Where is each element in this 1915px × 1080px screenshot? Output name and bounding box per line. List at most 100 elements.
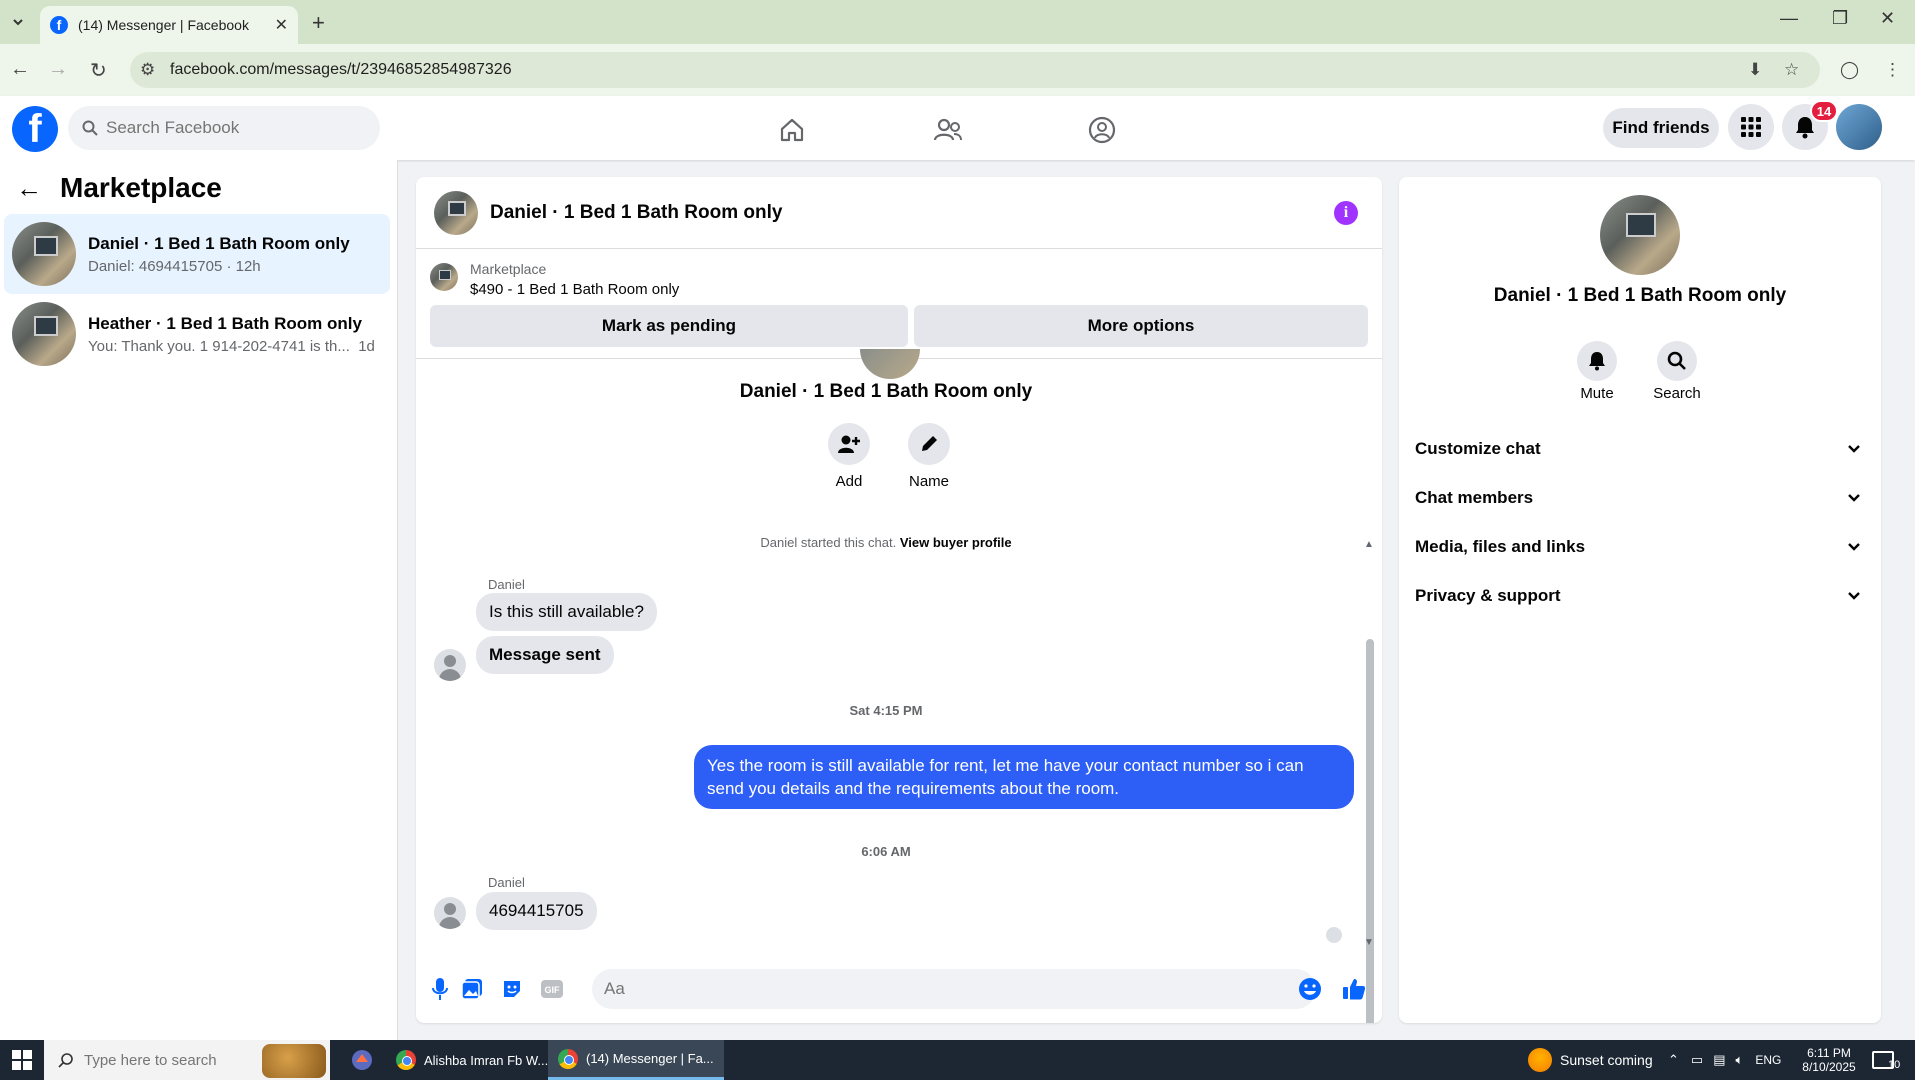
facebook-search[interactable] bbox=[68, 106, 380, 150]
mark-as-pending-button[interactable]: Mark as pending bbox=[430, 305, 908, 347]
clock-time: 6:11 PM bbox=[1807, 1046, 1851, 1060]
conversation-title: Heather · 1 Bed 1 Bath Room only bbox=[88, 313, 362, 333]
outgoing-message[interactable]: Yes the room is still available for rent… bbox=[694, 745, 1354, 809]
back-arrow-icon[interactable]: ← bbox=[16, 173, 42, 204]
add-person-icon bbox=[838, 435, 860, 453]
taskbar-app-icon[interactable] bbox=[340, 1040, 384, 1080]
sunset-icon bbox=[1528, 1048, 1552, 1072]
weather-text: Sunset coming bbox=[1560, 1052, 1653, 1068]
search-highlight-image[interactable] bbox=[262, 1044, 326, 1078]
network-icon[interactable]: ▤ bbox=[1713, 1052, 1725, 1068]
windows-start-icon[interactable] bbox=[12, 1050, 32, 1075]
more-options-button[interactable]: More options bbox=[914, 305, 1368, 347]
reload-button[interactable]: ↻ bbox=[90, 58, 107, 83]
friends-nav-icon[interactable] bbox=[928, 110, 968, 150]
home-nav-icon[interactable] bbox=[772, 110, 812, 150]
url-bar[interactable]: facebook.com/messages/t/2394685285498732… bbox=[130, 52, 1820, 88]
privacy-support-section[interactable]: Privacy & support bbox=[1415, 574, 1865, 618]
site-info-icon[interactable]: ⚙ bbox=[140, 60, 155, 80]
profile-icon[interactable]: ◯ bbox=[1840, 60, 1859, 80]
time-separator: Sat 4:15 PM bbox=[849, 703, 923, 718]
volume-icon[interactable]: 🔈︎ bbox=[1736, 1052, 1744, 1068]
view-buyer-profile-link[interactable]: View buyer profile bbox=[900, 535, 1012, 550]
add-person-button[interactable] bbox=[828, 423, 870, 465]
sender-name: Daniel bbox=[488, 875, 525, 890]
sticker-icon[interactable] bbox=[500, 977, 524, 1001]
conversation-item-heather[interactable]: Heather · 1 Bed 1 Bath Room only You: Th… bbox=[4, 294, 390, 374]
language-indicator[interactable]: ENG bbox=[1755, 1053, 1781, 1067]
minimize-button[interactable]: — bbox=[1780, 8, 1798, 29]
chat-title[interactable]: Daniel · 1 Bed 1 Bath Room only bbox=[490, 202, 782, 224]
chat-header-thumbnail[interactable] bbox=[434, 190, 478, 235]
new-tab-button[interactable]: + bbox=[312, 10, 325, 36]
chevron-down-icon bbox=[1848, 592, 1860, 600]
install-app-icon[interactable]: ⬇ bbox=[1748, 60, 1762, 80]
back-button[interactable]: ← bbox=[10, 58, 30, 81]
chevron-down-icon bbox=[13, 19, 23, 26]
chat-info-avatar[interactable] bbox=[1600, 195, 1680, 275]
menu-dots-icon[interactable]: ⋮ bbox=[1884, 60, 1901, 80]
customize-chat-section[interactable]: Customize chat bbox=[1415, 427, 1865, 471]
groups-nav-icon[interactable] bbox=[1082, 110, 1122, 150]
tab-search-button[interactable] bbox=[6, 10, 30, 34]
taskbar-window-title: (14) Messenger | Fa... bbox=[586, 1051, 714, 1066]
forward-button[interactable]: → bbox=[48, 58, 68, 81]
menu-grid-icon[interactable] bbox=[1728, 104, 1774, 150]
taskbar-chrome-window-2[interactable]: (14) Messenger | Fa... bbox=[548, 1040, 724, 1080]
tray-chevron-up-icon[interactable]: ⌃ bbox=[1668, 1052, 1679, 1068]
close-window-button[interactable]: ✕ bbox=[1880, 8, 1895, 29]
close-tab-icon[interactable]: ✕ bbox=[275, 15, 288, 35]
listing-thumbnail bbox=[12, 222, 76, 286]
search-in-chat-button[interactable] bbox=[1657, 341, 1697, 381]
emoji-icon[interactable] bbox=[1298, 977, 1322, 1001]
meet-now-icon[interactable]: ▭ bbox=[1691, 1052, 1703, 1068]
listing-small-thumbnail[interactable] bbox=[430, 263, 458, 291]
gif-icon[interactable]: GIF bbox=[540, 977, 564, 1001]
sender-avatar[interactable] bbox=[434, 897, 466, 929]
listing-price-title[interactable]: $490 - 1 Bed 1 Bath Room only bbox=[470, 281, 679, 298]
action-center-button[interactable]: 10 bbox=[1872, 1040, 1900, 1080]
microphone-icon[interactable] bbox=[428, 977, 452, 1001]
windows-taskbar: Alishba Imran Fb W... (14) Messenger | F… bbox=[0, 1040, 1915, 1080]
like-thumbs-up-icon[interactable] bbox=[1342, 977, 1366, 1001]
chat-header: Daniel · 1 Bed 1 Bath Room only i bbox=[416, 177, 1382, 249]
message-composer: GIF bbox=[416, 957, 1382, 1023]
system-tray: ⌃ ▭ ▤ 🔈︎ ENG bbox=[1668, 1040, 1795, 1080]
bookmark-star-icon[interactable]: ☆ bbox=[1784, 60, 1799, 80]
mute-button[interactable] bbox=[1577, 341, 1617, 381]
incoming-message[interactable]: Message sent bbox=[476, 636, 614, 674]
bell-icon bbox=[1589, 352, 1605, 371]
mute-label: Mute bbox=[1580, 385, 1614, 402]
taskbar-search-input[interactable] bbox=[84, 1051, 264, 1069]
left-panel-header: ← Marketplace bbox=[16, 172, 222, 204]
incoming-message[interactable]: 4694415705 bbox=[476, 892, 597, 930]
clock[interactable]: 6:11 PM 8/10/2025 bbox=[1792, 1040, 1866, 1080]
browser-tab-messenger[interactable]: f (14) Messenger | Facebook ✕ bbox=[40, 6, 298, 44]
section-label: Privacy & support bbox=[1415, 586, 1561, 605]
conversation-item-daniel[interactable]: Daniel · 1 Bed 1 Bath Room only Daniel: … bbox=[4, 214, 390, 294]
incoming-message[interactable]: Is this still available? bbox=[476, 593, 657, 631]
message-input-box[interactable] bbox=[592, 969, 1316, 1009]
conversation-title: Daniel · 1 Bed 1 Bath Room only bbox=[88, 233, 350, 253]
find-friends-button[interactable]: Find friends bbox=[1603, 108, 1719, 148]
sender-avatar[interactable] bbox=[434, 649, 466, 681]
scroll-down-arrow-icon[interactable]: ▼ bbox=[1364, 937, 1374, 948]
taskbar-chrome-window-1[interactable]: Alishba Imran Fb W... bbox=[386, 1040, 558, 1080]
info-icon[interactable]: i bbox=[1334, 201, 1358, 225]
media-files-links-section[interactable]: Media, files and links bbox=[1415, 525, 1865, 569]
facebook-search-input[interactable] bbox=[106, 118, 346, 138]
chat-members-section[interactable]: Chat members bbox=[1415, 476, 1865, 520]
app-icon bbox=[352, 1050, 372, 1070]
facebook-logo-icon[interactable]: f bbox=[12, 106, 58, 152]
weather-widget[interactable]: Sunset coming bbox=[1528, 1040, 1653, 1080]
seen-indicator-avatar bbox=[1326, 927, 1342, 943]
edit-name-button[interactable] bbox=[908, 423, 950, 465]
restore-button[interactable]: ❐ bbox=[1832, 8, 1848, 29]
account-avatar[interactable] bbox=[1836, 104, 1882, 150]
section-label: Customize chat bbox=[1415, 439, 1541, 458]
message-input[interactable] bbox=[604, 979, 1204, 999]
scroll-up-arrow-icon[interactable]: ▲ bbox=[1364, 539, 1374, 550]
facebook-favicon-icon: f bbox=[50, 16, 68, 34]
photo-icon[interactable] bbox=[460, 977, 484, 1001]
chat-started-notice: Daniel started this chat. View buyer pro… bbox=[416, 535, 1356, 550]
